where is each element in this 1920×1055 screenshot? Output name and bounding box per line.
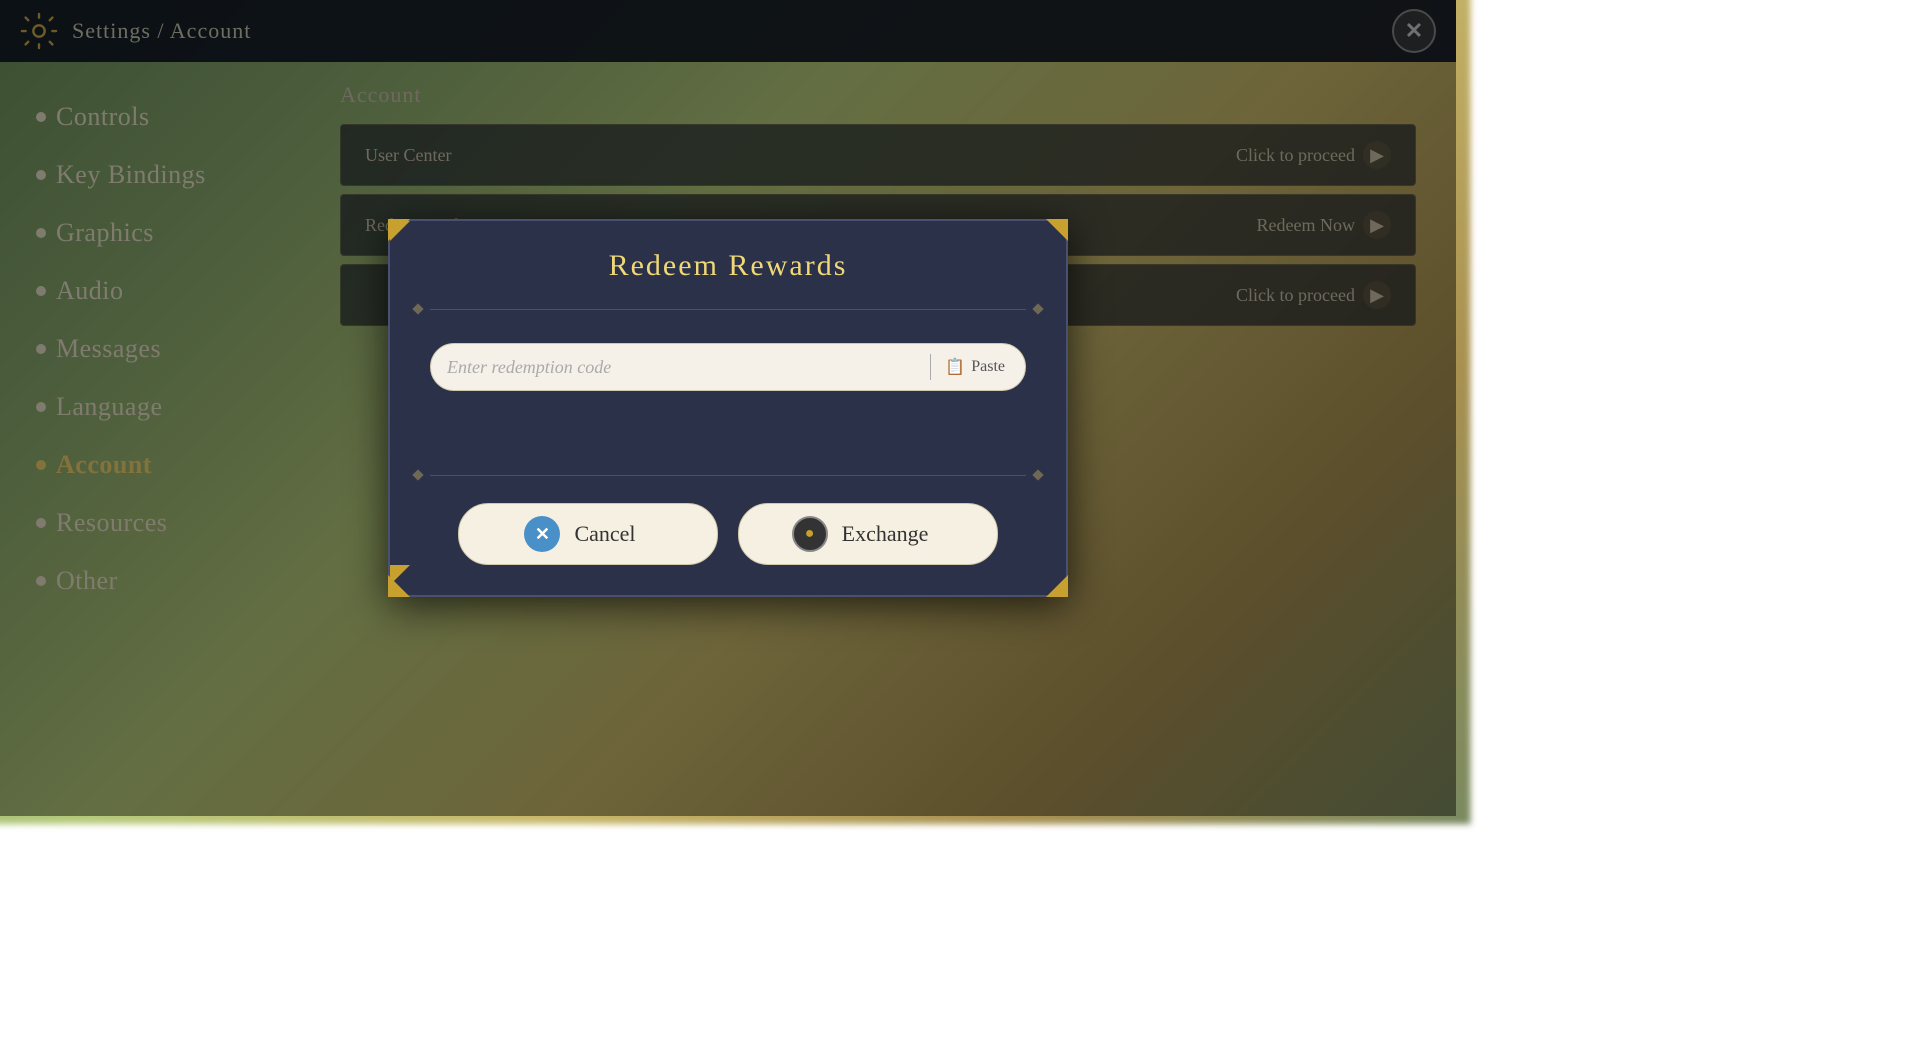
cancel-icon: ✕ <box>524 516 560 552</box>
paste-icon: 📋 <box>945 357 965 377</box>
modal-top-divider <box>390 305 1066 313</box>
paste-label: Paste <box>971 358 1005 376</box>
modal-buttons: ✕ Cancel ● Exchange <box>390 503 1066 565</box>
divider-diamond <box>1032 469 1043 480</box>
modal-title: Redeem Rewards <box>390 221 1066 299</box>
cancel-button[interactable]: ✕ Cancel <box>458 503 718 565</box>
divider-diamond <box>1032 303 1043 314</box>
corner-br-decoration <box>1046 575 1068 597</box>
exchange-label: Exchange <box>842 521 929 547</box>
modal-spacer <box>390 411 1066 471</box>
paste-button[interactable]: 📋 Paste <box>941 355 1009 379</box>
cancel-label: Cancel <box>574 521 635 547</box>
modal-overlay: Redeem Rewards 📋 Paste <box>0 0 1456 816</box>
divider-diamond <box>412 469 423 480</box>
modal-bottom-divider <box>390 471 1066 479</box>
input-separator <box>930 354 931 380</box>
redeem-rewards-modal: Redeem Rewards 📋 Paste <box>388 219 1068 597</box>
corner-bl-decoration <box>388 575 410 597</box>
divider-line <box>430 309 1026 310</box>
modal-body: 📋 Paste <box>390 333 1066 411</box>
exchange-icon: ● <box>792 516 828 552</box>
divider-diamond <box>412 303 423 314</box>
redemption-code-input[interactable] <box>447 357 920 378</box>
divider-line <box>430 475 1026 476</box>
exchange-button[interactable]: ● Exchange <box>738 503 998 565</box>
redeem-input-wrapper: 📋 Paste <box>430 343 1026 391</box>
